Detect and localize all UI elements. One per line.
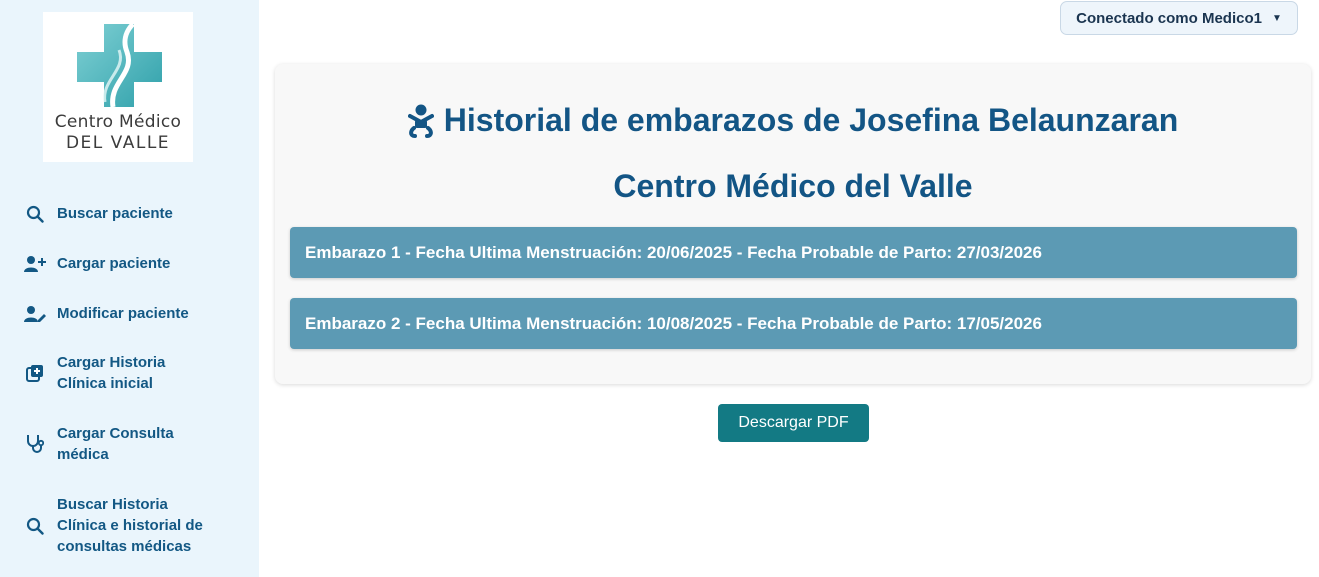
- clinic-logo: Centro Médico del Valle: [43, 12, 193, 162]
- sidebar-item-label: Buscar Historia Clínica e historial de c…: [57, 496, 203, 555]
- user-plus-icon: [24, 254, 46, 274]
- baby-icon: [407, 104, 434, 138]
- search-icon: [24, 204, 46, 224]
- sidebar-item-label: Modificar paciente: [57, 305, 189, 322]
- search-icon: [24, 516, 46, 536]
- stethoscope-icon: [24, 434, 46, 454]
- sidebar-item-label: Buscar paciente: [57, 205, 173, 222]
- sidebar-item-label: Cargar Historia Clínica inicial: [57, 354, 166, 392]
- sidebar-item-modificar-paciente[interactable]: Modificar paciente: [24, 303, 249, 324]
- pregnancy-label: Embarazo 1 - Fecha Ultima Menstruación: …: [305, 242, 1042, 262]
- user-menu-label: Conectado como Medico1: [1076, 9, 1262, 27]
- sidebar-item-label: Cargar paciente: [57, 255, 171, 272]
- pregnancy-accordion-item[interactable]: Embarazo 1 - Fecha Ultima Menstruación: …: [290, 227, 1297, 278]
- user-menu-button[interactable]: Conectado como Medico1 ▼: [1060, 1, 1298, 35]
- sidebar-item-cargar-paciente[interactable]: Cargar paciente: [24, 253, 249, 274]
- page-title: Historial de embarazos de Josefina Belau…: [275, 102, 1311, 139]
- sidebar-item-buscar-paciente[interactable]: Buscar paciente: [24, 203, 249, 224]
- file-medical-plus-icon: [24, 363, 46, 383]
- pregnancy-label: Embarazo 2 - Fecha Ultima Menstruación: …: [305, 313, 1042, 333]
- logo-text-line1: Centro Médico: [54, 112, 182, 132]
- medical-cross-logo-icon: [77, 22, 162, 108]
- pregnancy-accordion-item[interactable]: Embarazo 2 - Fecha Ultima Menstruación: …: [290, 298, 1297, 349]
- sidebar: Centro Médico del Valle Buscar paciente …: [0, 0, 259, 577]
- sidebar-item-label: Cargar Consulta médica: [57, 425, 174, 463]
- clinic-subtitle: Centro Médico del Valle: [613, 168, 973, 204]
- sidebar-item-cargar-historia-clinica[interactable]: Cargar Historia Clínica inicial: [24, 352, 249, 394]
- page-title-text: Historial de embarazos de Josefina Belau…: [443, 102, 1179, 138]
- sidebar-item-cargar-consulta[interactable]: Cargar Consulta médica: [24, 423, 249, 465]
- caret-down-icon: ▼: [1271, 12, 1282, 24]
- sidebar-item-buscar-historia-clinica[interactable]: Buscar Historia Clínica e historial de c…: [24, 494, 249, 557]
- pregnancy-history-card: Historial de embarazos de Josefina Belau…: [275, 64, 1311, 384]
- download-pdf-button[interactable]: Descargar PDF: [718, 404, 869, 442]
- logo-text-line2: del Valle: [65, 133, 171, 153]
- user-edit-icon: [24, 304, 46, 324]
